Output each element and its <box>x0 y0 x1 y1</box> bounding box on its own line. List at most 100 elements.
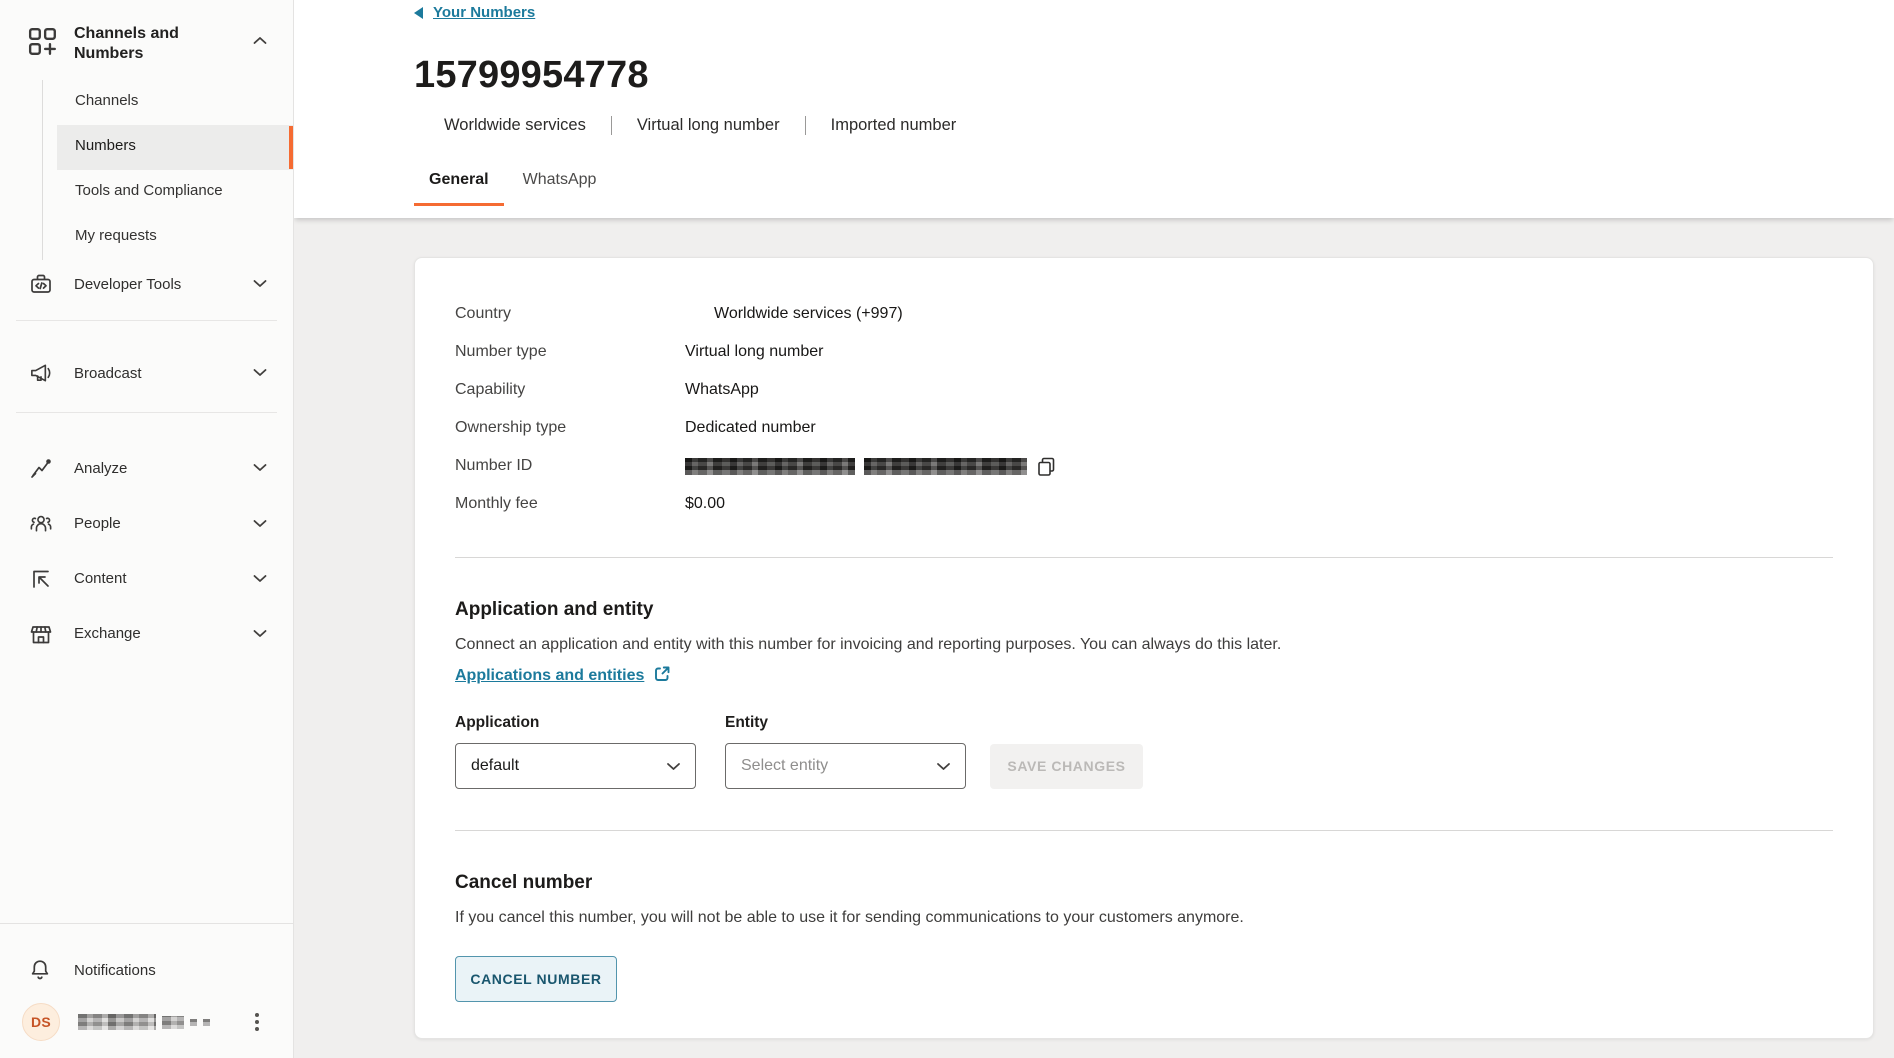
applications-entities-link[interactable]: Applications and entities <box>455 667 644 685</box>
tab-general[interactable]: General <box>414 171 504 206</box>
main-area: Your Numbers 15799954778 Worldwide servi… <box>294 0 1894 1058</box>
sidebar-item-label: Exchange <box>74 625 141 642</box>
sidebar-item-numbers[interactable]: Numbers <box>43 125 293 170</box>
application-select[interactable]: default <box>455 743 696 789</box>
entity-select[interactable]: Select entity <box>725 743 966 789</box>
application-label: Application <box>455 713 725 733</box>
sidebar-item-people[interactable]: People <box>0 496 293 551</box>
sidebar-item-channels[interactable]: Channels <box>43 80 293 125</box>
sidebar-item-analyze[interactable]: Analyze <box>0 440 293 496</box>
detail-row-country: Country Worldwide services (+997) <box>455 302 1833 326</box>
detail-row-number-type: Number type Virtual long number <box>455 340 1833 364</box>
application-select-value: default <box>471 757 519 775</box>
sidebar-item-label: People <box>74 515 121 532</box>
section-divider <box>455 830 1833 831</box>
number-id-redacted <box>685 456 1057 477</box>
user-menu-kebab-icon[interactable] <box>251 1009 263 1035</box>
sidebar-item-content[interactable]: Content <box>0 551 293 606</box>
redacted-text-block <box>162 1016 184 1029</box>
sidebar-footer: Notifications DS <box>0 923 293 1058</box>
entity-label: Entity <box>725 713 768 733</box>
meta-number-type: Virtual long number <box>637 116 780 135</box>
content-icon <box>28 566 54 592</box>
detail-value: $0.00 <box>685 495 725 513</box>
back-link-your-numbers[interactable]: Your Numbers <box>414 4 535 21</box>
detail-label: Country <box>455 305 685 323</box>
detail-label: Number type <box>455 343 685 361</box>
redacted-text-block <box>190 1019 197 1026</box>
broadcast-icon <box>28 360 54 386</box>
sidebar-item-exchange[interactable]: Exchange <box>0 606 293 661</box>
analyze-icon <box>28 455 54 481</box>
detail-label: Capability <box>455 381 685 399</box>
notifications-button[interactable]: Notifications <box>0 944 293 996</box>
form-labels-row: Application Entity <box>455 713 1833 733</box>
chevron-down-icon <box>666 762 681 771</box>
avatar: DS <box>22 1003 60 1041</box>
detail-label: Ownership type <box>455 419 685 437</box>
chevron-down-icon <box>253 275 267 293</box>
detail-row-ownership-type: Ownership type Dedicated number <box>455 416 1833 440</box>
meta-country: Worldwide services <box>444 116 586 135</box>
detail-label: Monthly fee <box>455 495 685 513</box>
notifications-label: Notifications <box>74 962 156 979</box>
bell-icon <box>28 957 52 983</box>
channels-numbers-icon <box>28 26 58 60</box>
chevron-down-icon <box>253 364 267 382</box>
page-header: Your Numbers 15799954778 Worldwide servi… <box>294 0 1894 218</box>
chevron-down-icon <box>253 515 267 533</box>
sidebar-item-label: Analyze <box>74 460 127 477</box>
detail-value: Virtual long number <box>685 343 823 361</box>
sidebar-footer-divider <box>0 923 293 924</box>
detail-value: Dedicated number <box>685 419 816 437</box>
sidebar-item-developer-tools[interactable]: Developer Tools <box>0 256 293 312</box>
developer-tools-icon <box>28 271 54 297</box>
redacted-id-block <box>685 458 855 475</box>
page-title: 15799954778 <box>414 54 1894 96</box>
sidebar-divider <box>16 412 277 413</box>
meta-separator <box>805 116 806 135</box>
sidebar-item-my-requests[interactable]: My requests <box>43 215 293 260</box>
user-name-redacted <box>78 1014 210 1030</box>
detail-row-capability: Capability WhatsApp <box>455 378 1833 402</box>
redacted-text-block <box>78 1014 156 1030</box>
tab-whatsapp[interactable]: WhatsApp <box>508 171 612 206</box>
detail-row-number-id: Number ID <box>455 454 1833 478</box>
chevron-down-icon <box>936 762 951 771</box>
sidebar-item-broadcast[interactable]: Broadcast <box>0 345 293 401</box>
save-changes-button[interactable]: SAVE CHANGES <box>990 744 1143 789</box>
sidebar-item-tools-and-compliance[interactable]: Tools and Compliance <box>43 170 293 215</box>
application-entity-heading: Application and entity <box>455 597 1833 623</box>
cancel-number-button[interactable]: CANCEL NUMBER <box>455 956 617 1002</box>
back-arrow-icon <box>414 7 423 19</box>
cancel-number-heading: Cancel number <box>455 870 1833 896</box>
chevron-up-icon <box>253 32 267 50</box>
detail-row-monthly-fee: Monthly fee $0.00 <box>455 492 1833 516</box>
sidebar-item-label: Developer Tools <box>74 276 181 293</box>
application-entity-description: Connect an application and entity with t… <box>455 635 1833 655</box>
redacted-id-block <box>864 458 1027 475</box>
sidebar-divider <box>16 320 277 321</box>
detail-value: Worldwide services (+997) <box>714 305 903 323</box>
cancel-number-description: If you cancel this number, you will not … <box>455 908 1833 928</box>
sidebar-item-label: Content <box>74 570 127 587</box>
exchange-icon <box>28 621 54 647</box>
detail-label: Number ID <box>455 457 685 475</box>
meta-separator <box>611 116 612 135</box>
sidebar-item-channels-and-numbers[interactable]: Channels and Numbers <box>0 24 293 64</box>
content-area: Country Worldwide services (+997) Number… <box>294 218 1894 1058</box>
number-meta-row: Worldwide services Virtual long number I… <box>414 116 1894 135</box>
entity-select-placeholder: Select entity <box>741 757 828 775</box>
back-link-label: Your Numbers <box>433 4 535 21</box>
applications-entities-link-row: Applications and entities <box>455 665 1833 687</box>
app-root: Channels and Numbers Channels Numbers To… <box>0 0 1894 1058</box>
sidebar: Channels and Numbers Channels Numbers To… <box>0 0 294 1058</box>
copy-icon[interactable] <box>1036 456 1057 477</box>
number-details-card: Country Worldwide services (+997) Number… <box>414 257 1874 1039</box>
sidebar-item-label: Channels and Numbers <box>74 24 206 64</box>
meta-imported: Imported number <box>831 116 957 135</box>
redacted-text-block <box>203 1019 210 1026</box>
user-account-row[interactable]: DS <box>0 996 293 1048</box>
sidebar-subnav: Channels Numbers Tools and Compliance My… <box>42 80 293 260</box>
section-divider <box>455 557 1833 558</box>
